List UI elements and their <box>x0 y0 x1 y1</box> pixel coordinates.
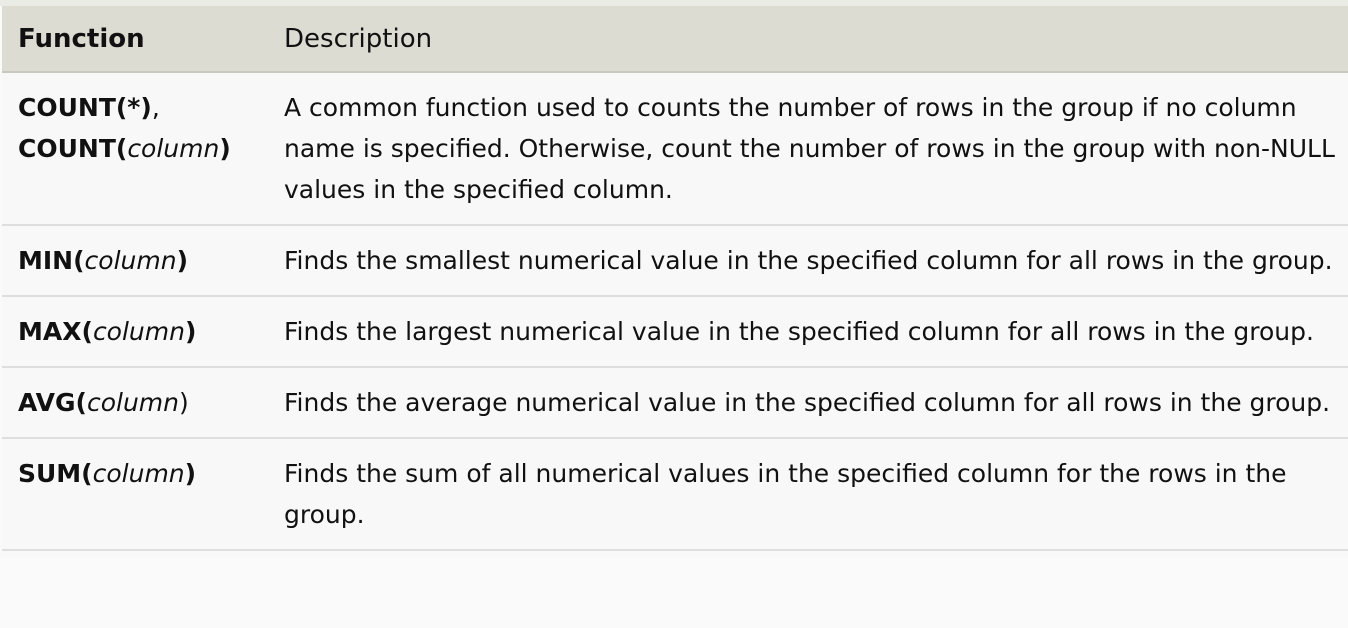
function-close-paren: ) <box>219 134 231 163</box>
description-cell: A common function used to counts the num… <box>284 93 1335 204</box>
description-cell: Finds the largest numerical value in the… <box>284 317 1314 346</box>
function-cell: AVG(column) <box>2 367 268 438</box>
table-row-min: MIN(column) Finds the smallest numerical… <box>2 225 1348 296</box>
function-cell: SUM(column) <box>2 438 268 550</box>
function-argument: column <box>84 246 177 275</box>
description-cell: Finds the smallest numerical value in th… <box>284 246 1333 275</box>
column-header-description: Description <box>268 6 1348 73</box>
functions-table-frame: Function Description COUNT(*), COUNT(col… <box>0 0 1348 628</box>
function-close-paren: ) <box>178 388 189 417</box>
function-separator: , <box>151 93 160 122</box>
function-name-part: MAX( <box>18 317 93 346</box>
function-cell: COUNT(*), COUNT(column) <box>2 72 268 225</box>
aggregate-functions-table: Function Description COUNT(*), COUNT(col… <box>2 6 1348 551</box>
function-name-part: COUNT(*) <box>18 93 152 122</box>
function-cell: MAX(column) <box>2 296 268 367</box>
table-row-avg: AVG(column) Finds the average numerical … <box>2 367 1348 438</box>
function-name-part: SUM( <box>18 459 93 488</box>
description-cell: Finds the sum of all numerical values in… <box>284 459 1287 529</box>
table-body: COUNT(*), COUNT(column) A common functio… <box>2 72 1348 550</box>
function-close-paren: ) <box>184 459 197 488</box>
table-row-sum: SUM(column) Finds the sum of all numeric… <box>2 438 1348 550</box>
table-header-row: Function Description <box>2 6 1348 73</box>
table-header: Function Description <box>2 6 1348 73</box>
function-argument: column <box>92 317 185 346</box>
function-name-part: MIN( <box>18 246 85 275</box>
function-argument: column <box>86 388 179 417</box>
function-cell: MIN(column) <box>2 225 268 296</box>
function-name-part: COUNT( <box>18 134 128 163</box>
function-argument: column <box>92 459 185 488</box>
function-argument: column <box>127 134 220 163</box>
table-row-max: MAX(column) Finds the largest numerical … <box>2 296 1348 367</box>
function-name-part: AVG( <box>18 388 87 417</box>
column-header-function: Function <box>2 6 268 73</box>
table-continuation <box>0 551 1348 557</box>
function-close-paren: ) <box>184 317 197 346</box>
function-close-paren: ) <box>176 246 188 275</box>
description-cell: Finds the average numerical value in the… <box>284 388 1331 417</box>
table-row-count: COUNT(*), COUNT(column) A common functio… <box>2 72 1348 225</box>
